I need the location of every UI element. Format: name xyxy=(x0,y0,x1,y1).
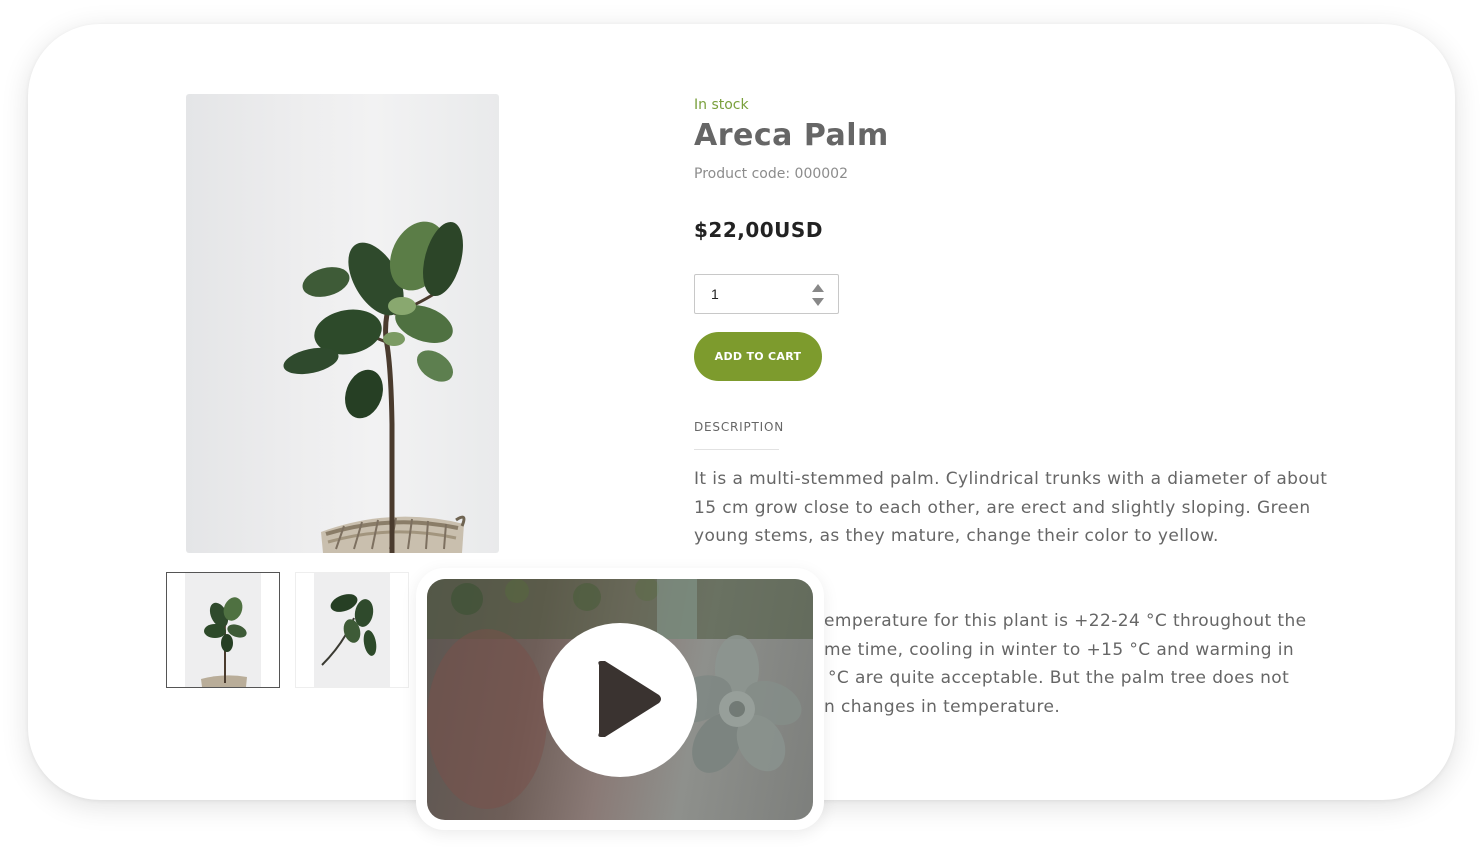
product-price: $22,00USD xyxy=(694,218,823,242)
product-code: Product code: 000002 xyxy=(694,166,848,182)
quantity-spinner[interactable] xyxy=(812,284,824,306)
description-divider xyxy=(694,449,779,450)
play-icon xyxy=(598,661,661,737)
plant-thumbnail-icon xyxy=(201,597,247,687)
plant-leaves xyxy=(283,221,463,419)
quantity-input[interactable] xyxy=(705,283,812,305)
description-paragraph: It is a multi-stemmed palm. Cylindrical … xyxy=(694,469,1328,546)
thumbnail-image xyxy=(314,573,390,687)
add-to-cart-button[interactable]: ADD TO CART xyxy=(694,332,822,381)
quantity-stepper[interactable] xyxy=(694,274,839,314)
product-title: Areca Palm xyxy=(694,118,889,153)
video-preview[interactable] xyxy=(416,568,824,830)
stock-status: In stock xyxy=(694,97,749,113)
description-line: n changes in temperature. xyxy=(824,696,1061,717)
description-line: emperature for this plant is +22-24 °C t… xyxy=(824,611,1307,631)
description-line: me time, cooling in winter to +15 °C and… xyxy=(824,639,1295,660)
description-line: °C are quite acceptable. But the palm tr… xyxy=(828,668,1290,688)
thumbnail-image xyxy=(185,573,261,687)
caret-up-icon[interactable] xyxy=(812,284,824,292)
gallery-thumbnail-2[interactable] xyxy=(295,572,409,688)
description-heading: DESCRIPTION xyxy=(694,420,785,434)
gallery-thumbnail-1[interactable] xyxy=(166,572,280,688)
fiddle-leaf-plant-image xyxy=(283,221,466,553)
video-thumbnail xyxy=(427,579,813,820)
product-main-image[interactable] xyxy=(186,94,499,553)
leaf-branch-thumbnail-icon xyxy=(321,594,377,666)
caret-down-icon[interactable] xyxy=(812,298,824,306)
play-button[interactable] xyxy=(543,623,697,777)
